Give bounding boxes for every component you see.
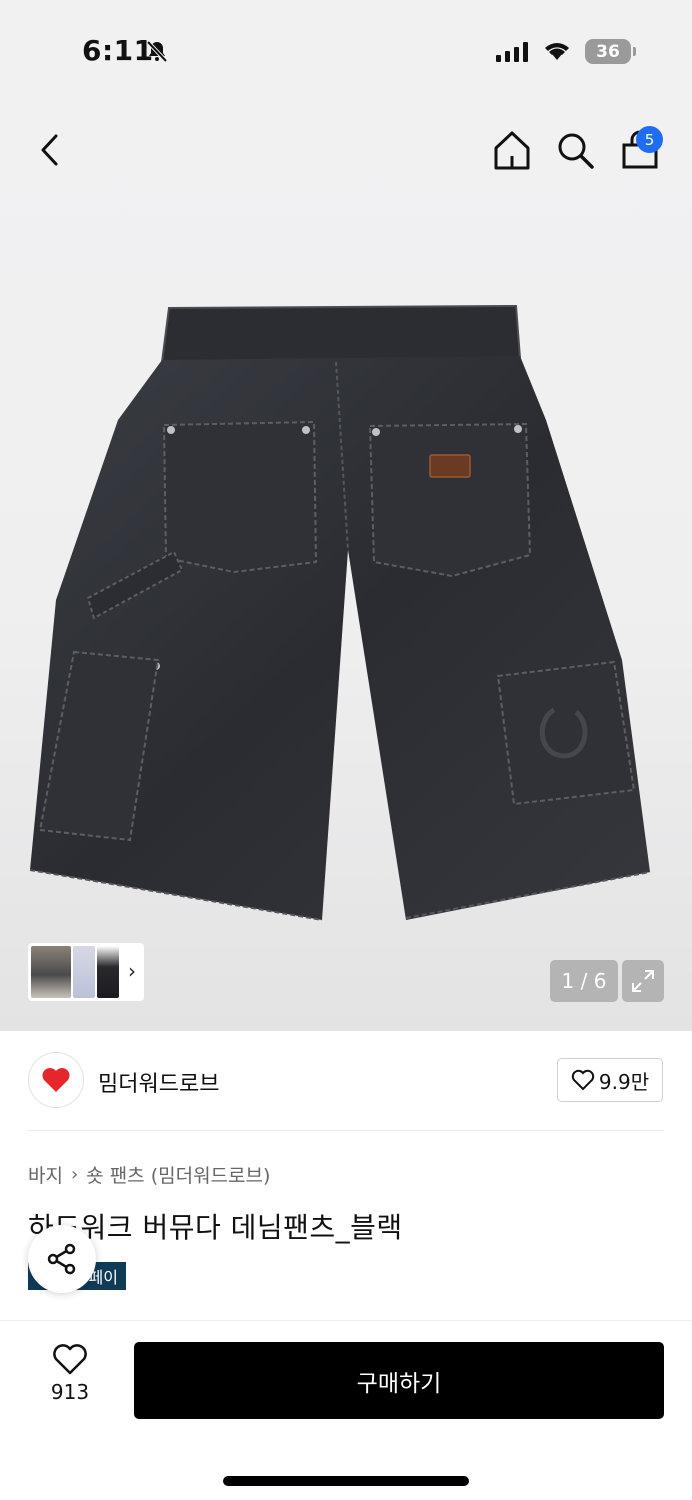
wishlist-button[interactable]: 913 (44, 1344, 96, 1414)
status-time: 6:11 (82, 34, 154, 67)
bell-off-icon (146, 40, 168, 62)
thumbnail-back[interactable] (97, 946, 119, 998)
expand-icon[interactable] (622, 960, 664, 1002)
home-indicator (223, 1476, 469, 1486)
brand-logo[interactable] (28, 1052, 84, 1108)
battery-indicator: 36 (585, 39, 631, 64)
brand-like-count: 9.9만 (598, 1069, 650, 1094)
chevron-right-icon: › (70, 1164, 79, 1185)
breadcrumb-subcategory[interactable]: 숏 팬츠 (밈더워드로브) (86, 1161, 270, 1188)
cart-count-badge: 5 (636, 126, 663, 153)
image-counter: 1 / 6 (550, 960, 618, 1002)
product-image[interactable] (26, 300, 656, 925)
wishlist-count: 913 (50, 1380, 90, 1404)
thumbnail-front[interactable] (73, 946, 95, 998)
back-arrow-icon[interactable] (30, 128, 70, 172)
brand-like-button[interactable]: 9.9만 (557, 1058, 663, 1102)
divider (28, 1130, 664, 1131)
thumbnail-strip[interactable]: › (28, 943, 144, 1001)
share-icon (47, 1243, 76, 1275)
battery-cap (633, 47, 636, 56)
breadcrumb-category[interactable]: 바지 (28, 1161, 63, 1188)
heart-outline-icon (571, 1069, 595, 1091)
brand-name[interactable]: 밈더워드로브 (98, 1066, 219, 1098)
heart-logo-icon (42, 1068, 70, 1092)
search-icon[interactable] (555, 128, 595, 172)
wifi-icon (545, 43, 569, 60)
cell-signal-icon (496, 42, 528, 62)
status-bar: 6:11 36 (0, 0, 692, 100)
share-button[interactable] (28, 1225, 96, 1293)
thumbnail-model[interactable] (31, 946, 71, 998)
chevron-right-icon[interactable]: › (128, 959, 136, 983)
buy-button[interactable]: 구매하기 (134, 1342, 664, 1419)
home-icon[interactable] (492, 128, 532, 172)
heart-outline-icon (53, 1344, 87, 1375)
breadcrumb: 바지 › 숏 팬츠 (밈더워드로브) (28, 1161, 270, 1188)
